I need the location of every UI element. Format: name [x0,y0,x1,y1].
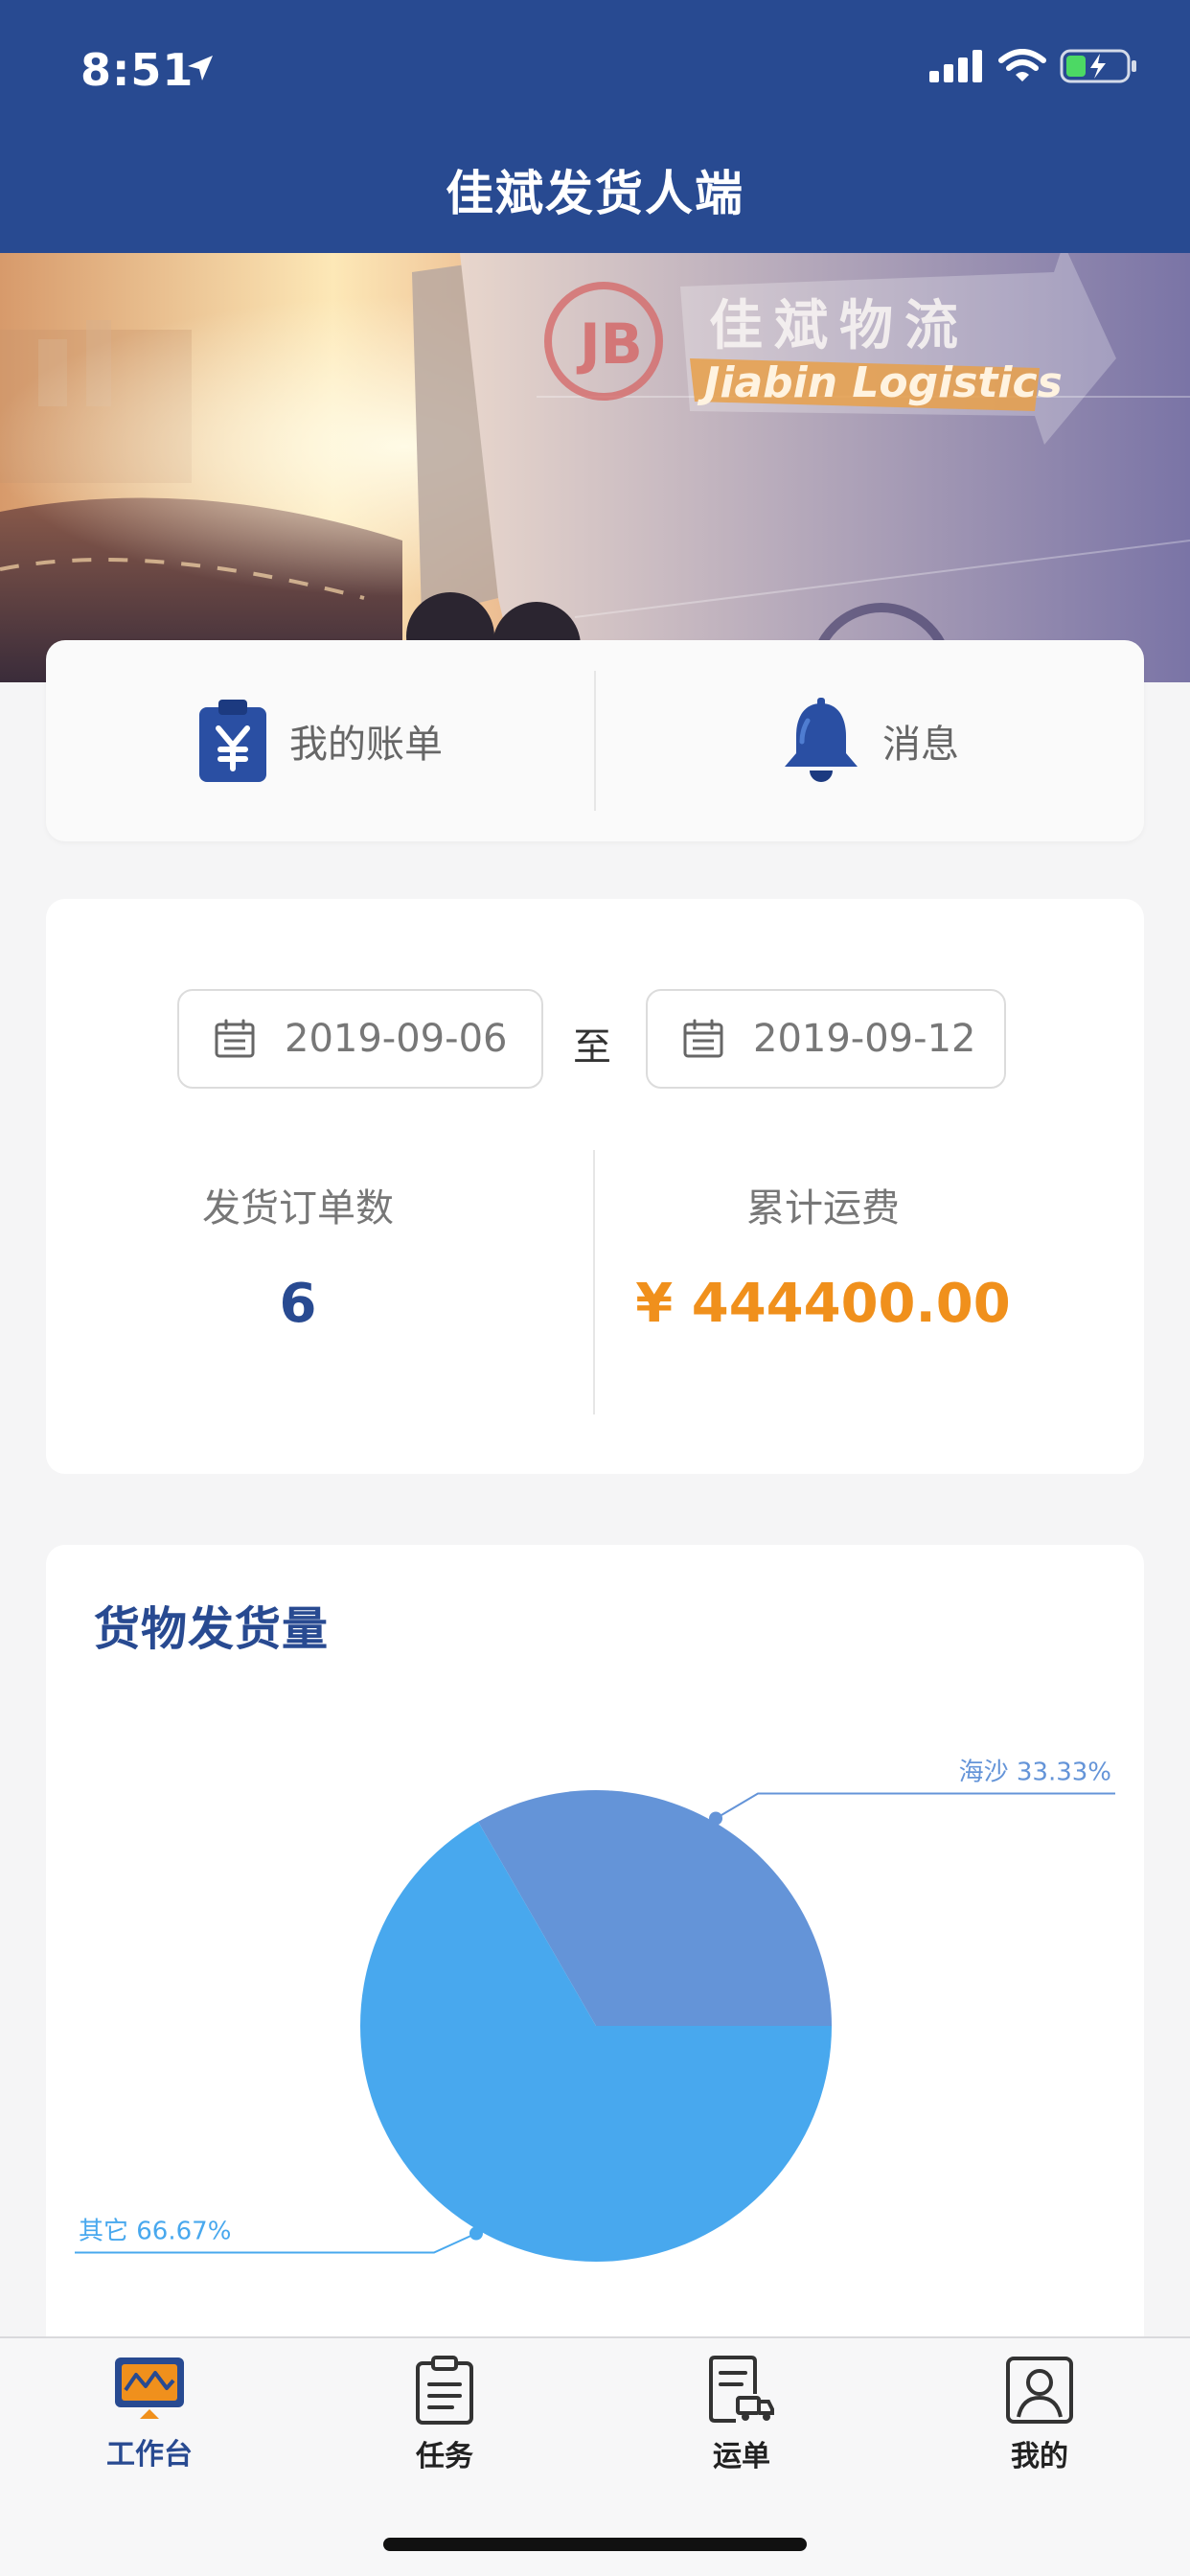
my-bills-button[interactable]: 我的账单 [46,640,594,841]
pie-leader-line-1 [715,1792,1115,1820]
order-count-value: 6 [279,1273,317,1335]
tab-profile[interactable]: 我的 [944,2356,1135,2474]
tab-workbench-label: 工作台 [106,2438,193,2472]
user-icon [1006,2357,1073,2424]
banner-brand-cn: 佳斌物流 [709,295,970,357]
tab-tasks-label: 任务 [416,2440,473,2473]
svg-text:JB: JB [576,311,643,377]
top-bar: 8:51 佳斌发货人端 [0,0,1190,253]
total-freight-value: ¥ 444400.00 [635,1273,1011,1335]
quick-actions-card: 我的账单 消息 [46,640,1144,841]
waybill-truck-icon [709,2356,774,2423]
status-icons [929,48,1138,84]
wifi-icon [998,49,1046,81]
messages-label: 消息 [882,723,959,767]
truck-banner-image: JB 佳斌物流 Jiabin Logistics [0,253,1190,682]
monitor-icon [115,2358,184,2419]
calendar-icon [215,1019,255,1058]
end-date-picker[interactable]: 2019-09-12 [646,989,1006,1089]
status-time: 8:51 [80,44,195,96]
cargo-chart-card: 货物发货量 海沙 33.33% 其它 66.67% [46,1545,1144,2340]
tab-profile-label: 我的 [1011,2440,1068,2473]
page-title: 佳斌发货人端 [446,166,744,221]
date-separator: 至 [573,1025,611,1070]
order-count-label: 发货订单数 [202,1186,394,1230]
battery-charging-icon [1060,49,1136,83]
pie-label-2: 其它 66.67% [79,2217,231,2245]
yuan-clipboard-icon [199,700,266,782]
messages-button[interactable]: 消息 [596,640,1144,841]
signal-icon [929,50,982,82]
pie-chart: 海沙 33.33% 其它 66.67% [75,1759,1115,2262]
pie-leader-dot-1 [709,1811,723,1826]
hero-banner: JB 佳斌物流 Jiabin Logistics [0,253,1190,682]
banner-brand-en: Jiabin Logistics [697,358,1063,407]
tab-waybills-label: 运单 [713,2440,770,2473]
bell-icon [785,698,858,782]
tab-tasks[interactable]: 任务 [349,2356,540,2474]
location-arrow-icon [188,56,213,80]
tab-workbench[interactable]: 工作台 [54,2356,245,2472]
pie-label-1: 海沙 33.33% [959,1759,1111,1787]
tab-waybills[interactable]: 运单 [646,2356,837,2474]
start-date-picker[interactable]: 2019-09-06 [177,989,543,1089]
total-freight-stat: 累计运费 ¥ 444400.00 [595,1177,1051,1335]
pie-leader-dot-2 [469,2226,483,2241]
end-date-value: 2019-09-12 [753,1017,976,1061]
home-indicator [383,2538,807,2551]
stats-card: 2019-09-06 至 2019-09-12 发货订单数 6 累计运费 ¥ 4… [46,899,1144,1474]
my-bills-label: 我的账单 [289,723,443,767]
order-count-stat: 发货订单数 6 [46,1177,550,1335]
clipboard-icon [416,2356,473,2425]
total-freight-label: 累计运费 [746,1186,900,1230]
calendar-icon [683,1019,723,1058]
start-date-value: 2019-09-06 [285,1017,508,1061]
